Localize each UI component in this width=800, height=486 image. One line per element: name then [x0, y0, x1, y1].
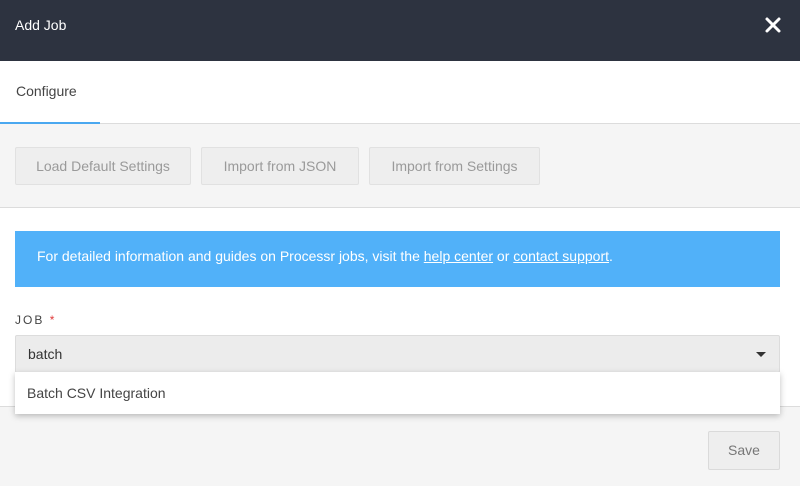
info-banner: For detailed information and guides on P…	[15, 231, 780, 287]
banner-text: For detailed information and guides on P…	[37, 248, 424, 264]
tab-configure[interactable]: Configure	[0, 61, 100, 124]
banner-text-end: .	[609, 248, 613, 264]
save-button[interactable]: Save	[708, 431, 780, 470]
load-default-settings-button[interactable]: Load Default Settings	[15, 147, 191, 185]
tab-bar: Configure	[0, 61, 800, 124]
modal-footer: Save	[0, 406, 800, 486]
toolbar: Load Default Settings Import from JSON I…	[0, 124, 800, 208]
job-select-input[interactable]: batch	[15, 335, 780, 373]
dropdown-option-batch-csv-integration[interactable]: Batch CSV Integration	[15, 372, 780, 414]
help-center-link[interactable]: help center	[424, 248, 493, 264]
modal-title: Add Job	[15, 17, 67, 33]
modal-header: Add Job	[0, 0, 800, 61]
caret-down-icon[interactable]	[756, 352, 766, 357]
banner-text-or: or	[493, 248, 514, 264]
required-marker: *	[49, 313, 57, 327]
close-icon[interactable]	[764, 16, 782, 34]
job-select-value: batch	[28, 346, 63, 362]
job-label-text: JOB	[15, 313, 45, 327]
import-from-settings-button[interactable]: Import from Settings	[369, 147, 540, 185]
import-from-json-button[interactable]: Import from JSON	[201, 147, 359, 185]
contact-support-link[interactable]: contact support	[513, 248, 609, 264]
job-field-label: JOB *	[15, 313, 56, 327]
job-dropdown-menu: Batch CSV Integration	[15, 372, 780, 414]
